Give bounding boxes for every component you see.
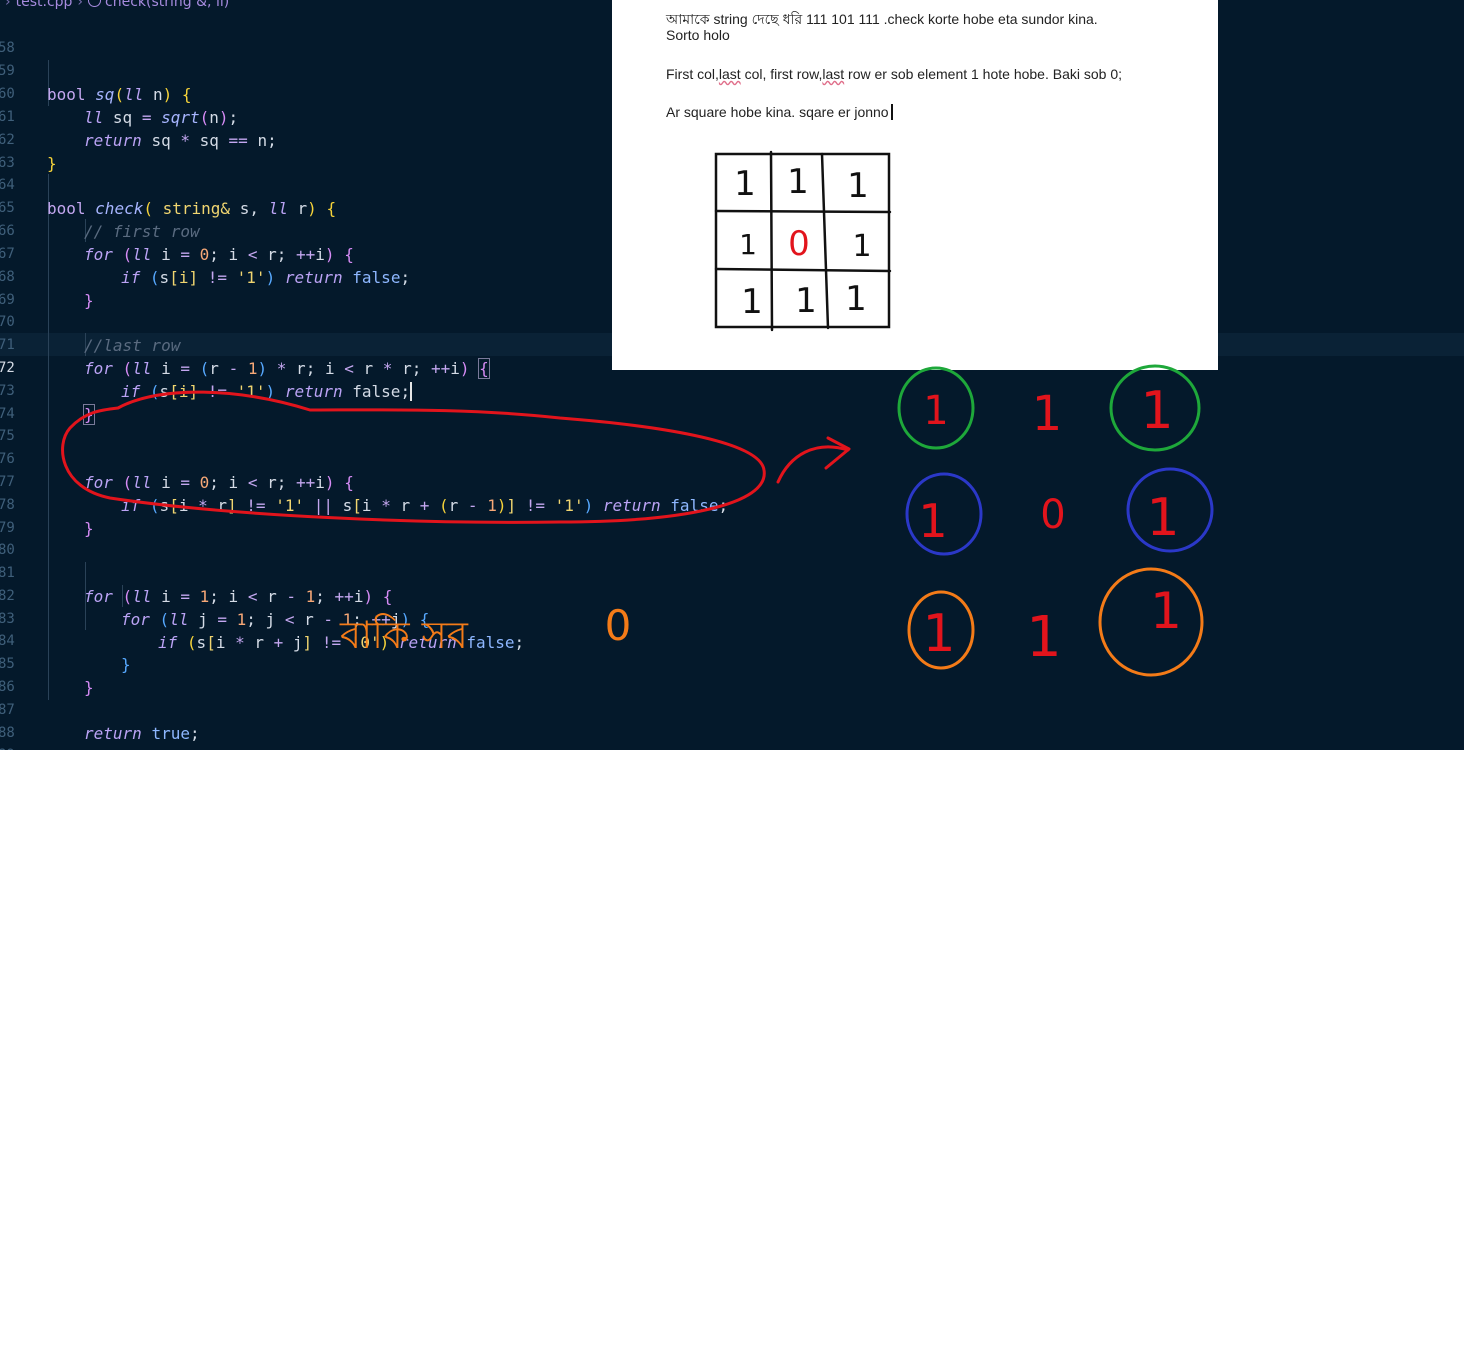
chevron-right-icon: › xyxy=(77,0,84,10)
grid-cell: 1 xyxy=(852,229,871,264)
doc-paragraph[interactable]: First col,last col, first row,last row e… xyxy=(666,66,1122,82)
doc-paragraph[interactable]: আমাকে string দেছে ধরি 111 101 111 .check… xyxy=(666,8,1098,32)
code-line[interactable]: 76 for (ll i = 0; i < r; ++i) { xyxy=(0,425,1464,492)
spellcheck-word[interactable]: last xyxy=(719,66,741,82)
grid-cell: 1 xyxy=(847,166,869,206)
notes-document[interactable]: আমাকে string দেছে ধরি 111 101 111 .check… xyxy=(612,0,1218,370)
spellcheck-word[interactable]: last xyxy=(822,66,844,82)
grid-cell: 1 xyxy=(734,164,756,204)
doc-paragraph[interactable]: Ar square hobe kina. sqare er jonno xyxy=(666,104,893,120)
code-line[interactable]: 82 for (ll j = 1; j < r - 1; ++j) { xyxy=(0,562,1464,629)
grid-cell: 1 xyxy=(795,281,817,321)
grid-cell: 1 xyxy=(845,279,867,319)
breadcrumb: › test.cpp › check(string &, ll) xyxy=(0,0,229,12)
breadcrumb-file[interactable]: test.cpp xyxy=(16,0,73,10)
chevron-right-icon: › xyxy=(5,0,11,10)
code-line[interactable]: 80 xyxy=(0,516,1464,558)
function-icon xyxy=(88,0,102,7)
code-line[interactable]: 78 } xyxy=(0,471,1464,538)
grid-cell: 1 xyxy=(739,228,757,261)
code-line[interactable]: 86 xyxy=(0,653,1464,695)
code-line[interactable]: 85 } xyxy=(0,630,1464,697)
grid-cell: 0 xyxy=(788,224,810,264)
grid-cell: 1 xyxy=(741,282,763,322)
code-line[interactable]: 90 int main() { xyxy=(0,744,1464,750)
code-line[interactable]: 88 } xyxy=(0,699,1464,750)
code-line[interactable]: 74 xyxy=(0,380,1464,422)
code-line[interactable]: 75 xyxy=(0,402,1464,444)
grid-cell: 1 xyxy=(787,162,809,202)
code-line[interactable]: 81 for (ll i = 1; i < r - 1; ++i) { xyxy=(0,539,1464,606)
code-line[interactable]: 87 return true; xyxy=(0,676,1464,743)
code-line[interactable]: 77 if (s[i * r] != '1' || s[i * r + (r -… xyxy=(0,448,1464,515)
breadcrumb-symbol[interactable]: check(string &, ll) xyxy=(105,0,229,10)
text-cursor xyxy=(890,104,893,120)
code-line[interactable]: 89 xyxy=(0,721,1464,750)
doc-paragraph[interactable]: Sorto holo xyxy=(666,27,730,43)
grid-sketch: 1 1 1 1 0 1 1 1 1 xyxy=(714,150,892,332)
code-line[interactable]: 84 } xyxy=(0,607,1464,674)
code-line[interactable]: 83 if (s[i * r + j] != '0') return false… xyxy=(0,585,1464,652)
code-line[interactable]: 79 xyxy=(0,494,1464,536)
